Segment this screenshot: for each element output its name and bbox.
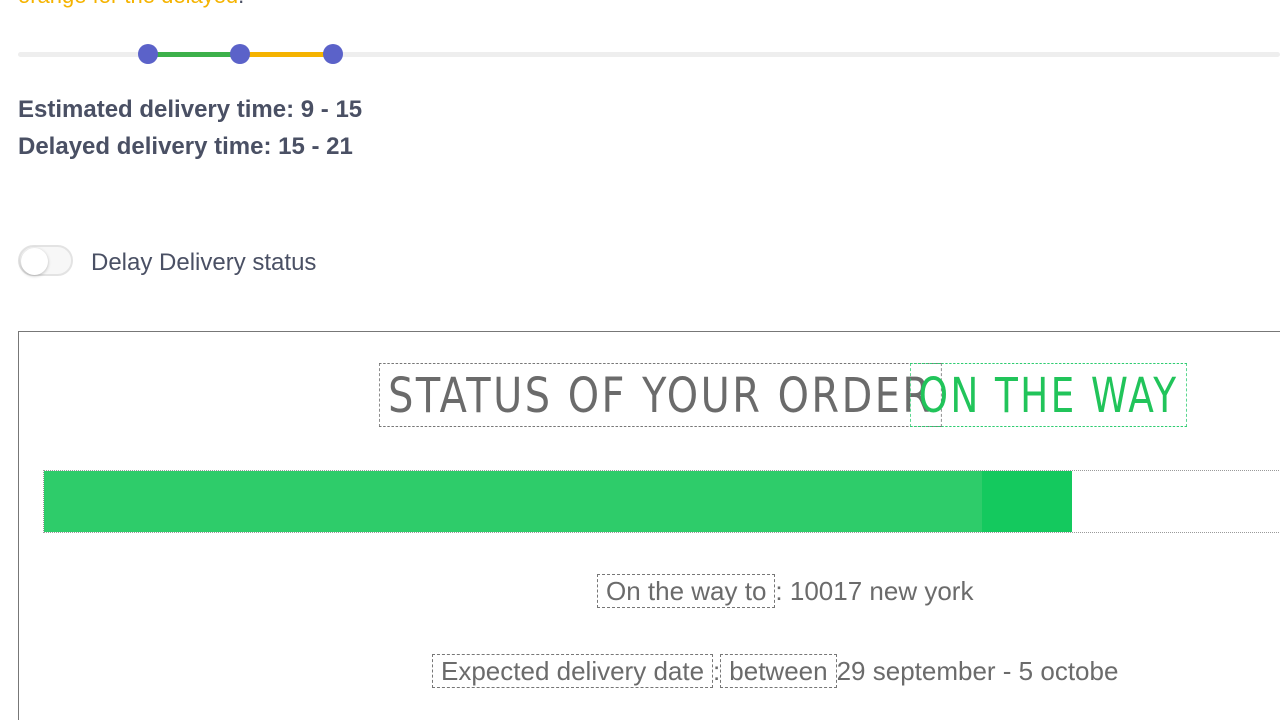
intro-suffix: . (238, 0, 244, 8)
delayed-range-segment (240, 52, 333, 57)
toggle-knob (21, 248, 48, 275)
status-value[interactable]: ON THE WAY (910, 363, 1188, 427)
way-separator: : (775, 576, 783, 606)
date-value: 29 september - 5 octobe (836, 656, 1119, 686)
order-progress-accent (981, 471, 1072, 532)
page: orange for the delayed. Estimated delive… (0, 0, 1280, 720)
range-knob-end[interactable] (323, 44, 343, 64)
order-progress-fill (44, 471, 1072, 532)
estimated-range-segment (148, 52, 240, 57)
order-progress-bar (43, 470, 1280, 533)
delayed-delivery-time: Delayed delivery time: 15 - 21 (18, 133, 353, 160)
status-title[interactable]: STATUS OF YOUR ORDER (379, 363, 942, 427)
expected-date-line: Expected delivery date: between 29 septemb… (432, 654, 1118, 688)
delay-delivery-label: Delay Delivery status (91, 249, 317, 276)
way-value: 10017 new york (789, 576, 974, 606)
range-knob-middle[interactable] (230, 44, 250, 64)
date-separator: : (713, 656, 721, 686)
delay-delivery-toggle[interactable] (18, 245, 73, 276)
intro-line: orange for the delayed. (18, 0, 244, 10)
date-between[interactable]: between (720, 654, 837, 688)
intro-orange-text: orange for the delayed (18, 0, 238, 8)
date-label[interactable]: Expected delivery date (432, 654, 714, 688)
range-knob-start[interactable] (138, 44, 158, 64)
estimated-delivery-time: Estimated delivery time: 9 - 15 (18, 96, 363, 123)
destination-line: On the way to: 10017 new york (597, 574, 973, 608)
way-label[interactable]: On the way to (597, 574, 776, 608)
